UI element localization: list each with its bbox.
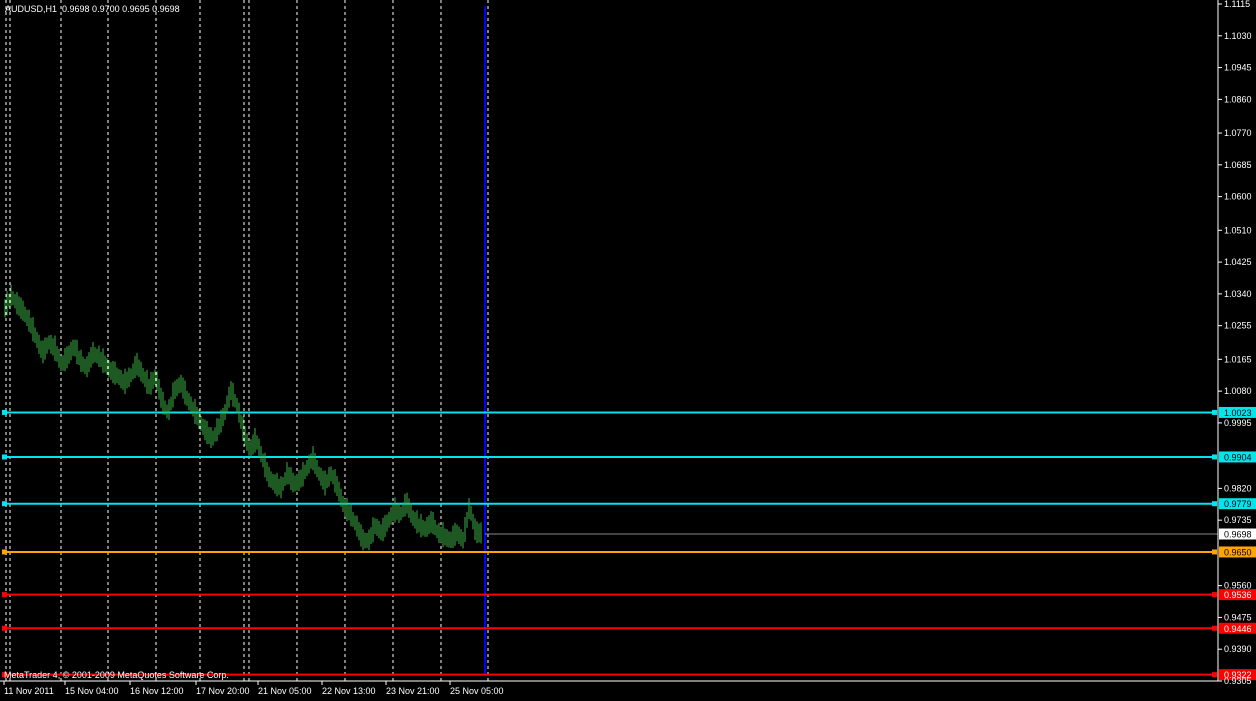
- price-tick-label: 1.0255: [1224, 321, 1252, 331]
- price-tick-label: 1.1030: [1224, 31, 1252, 41]
- time-tick-label: 23 Nov 21:00: [386, 686, 440, 696]
- price-tick-label: 1.0770: [1224, 128, 1252, 138]
- level-price-label: 0.9779: [1224, 499, 1252, 509]
- chart-area[interactable]: 1.0023 0.9904 0.9779 0.9650 0.9536 0.9446 0.93…: [0, 0, 1256, 701]
- time-tick-label: 21 Nov 05:00: [258, 686, 312, 696]
- level-price-label: 0.9650: [1224, 547, 1252, 557]
- chart-header: AUDUSD,H1 0.9698 0.9700 0.9695 0.9698: [5, 4, 180, 14]
- level-price-label: 0.9446: [1224, 624, 1252, 634]
- level-handle-right[interactable]: [1212, 409, 1217, 415]
- price-tick-label: 1.0080: [1224, 386, 1252, 396]
- price-tick-label: 1.1115: [1224, 0, 1250, 9]
- level-handle-left[interactable]: [2, 549, 7, 555]
- level-handle-right[interactable]: [1212, 672, 1217, 678]
- price-tick-label: 1.0945: [1224, 63, 1252, 73]
- level-handle-left[interactable]: [2, 409, 7, 415]
- price-tick-label: 0.9735: [1224, 515, 1252, 525]
- level-handle-right[interactable]: [1212, 454, 1217, 460]
- level-handle-right[interactable]: [1212, 549, 1217, 555]
- current-price-label: 0.9698: [1224, 530, 1252, 540]
- price-chart[interactable]: 1.0023 0.9904 0.9779 0.9650 0.9536 0.9446 0.93…: [0, 0, 1256, 701]
- level-price-label: 1.0023: [1224, 408, 1252, 418]
- price-tick-label: 0.9390: [1224, 644, 1252, 654]
- price-tick-label: 1.0510: [1224, 225, 1252, 235]
- time-tick-label: 25 Nov 05:00: [450, 686, 504, 696]
- price-tick-label: 0.9305: [1224, 676, 1252, 686]
- price-tick-label: 1.0685: [1224, 160, 1252, 170]
- price-tick-label: 0.9475: [1224, 612, 1252, 622]
- price-tick-label: 1.0165: [1224, 354, 1252, 364]
- copyright-text: MetaTrader 4, © 2001-2009 MetaQuotes Sof…: [4, 670, 229, 680]
- level-price-label: 0.9904: [1224, 452, 1252, 462]
- level-handle-right[interactable]: [1212, 625, 1217, 631]
- price-tick-label: 1.0425: [1224, 257, 1252, 267]
- time-tick-label: 22 Nov 13:00: [322, 686, 376, 696]
- level-handle-right[interactable]: [1212, 592, 1217, 598]
- price-tick-label: 1.0860: [1224, 94, 1252, 104]
- level-handle-left[interactable]: [2, 501, 7, 507]
- symbol-timeframe: AUDUSD,H1: [5, 4, 58, 14]
- price-tick-label: 1.0340: [1224, 289, 1252, 299]
- price-tick-label: 0.9820: [1224, 483, 1252, 493]
- level-handle-left[interactable]: [2, 625, 7, 631]
- time-tick-label: 16 Nov 12:00: [130, 686, 184, 696]
- ohlc-values: 0.9698 0.9700 0.9695 0.9698: [62, 4, 180, 14]
- time-tick-label: 17 Nov 20:00: [196, 686, 250, 696]
- price-tick-label: 1.0600: [1224, 192, 1252, 202]
- price-tick-label: 0.9995: [1224, 418, 1252, 428]
- level-handle-left[interactable]: [2, 592, 7, 598]
- time-tick-label: 11 Nov 2011: [4, 686, 54, 696]
- level-price-label: 0.9536: [1224, 590, 1252, 600]
- level-handle-left[interactable]: [2, 454, 7, 460]
- price-tick-label: 0.9560: [1224, 581, 1252, 591]
- level-handle-right[interactable]: [1212, 501, 1217, 507]
- time-tick-label: 15 Nov 04:00: [65, 686, 119, 696]
